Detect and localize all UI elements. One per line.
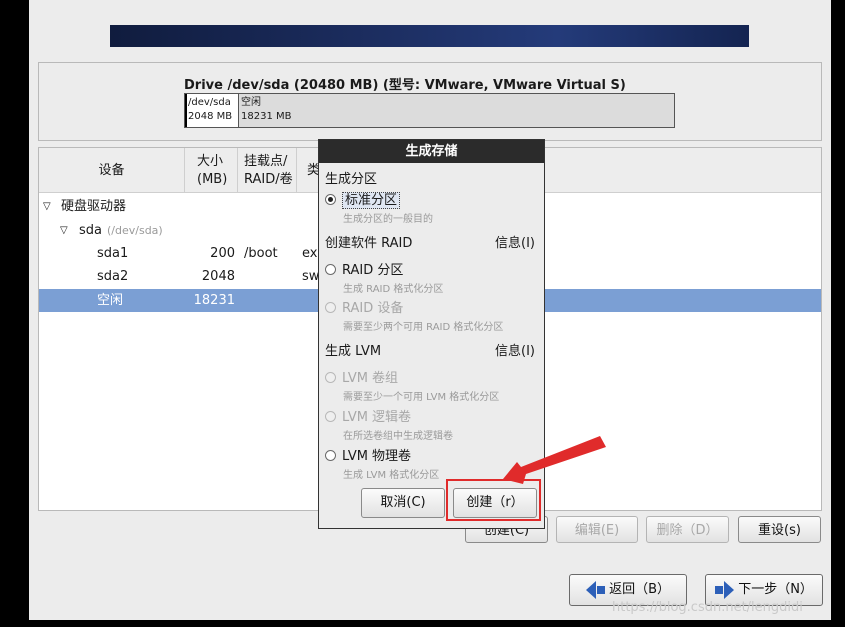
annotation-arrow-shape: [503, 436, 606, 484]
annotation-arrow-icon: [503, 436, 606, 484]
watermark: https://blog.csdn.net/lengdidi: [612, 600, 803, 615]
